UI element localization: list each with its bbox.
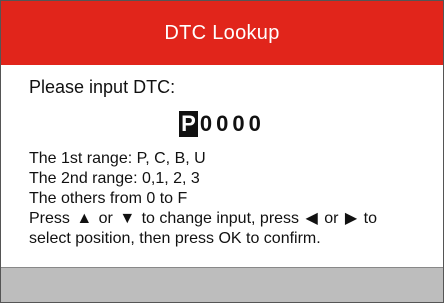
code-remaining-digits[interactable]: 0000 [200, 111, 265, 136]
input-prompt: Please input DTC: [29, 77, 176, 97]
page-title: DTC Lookup [164, 21, 280, 44]
range-others: The others from 0 to F [29, 190, 188, 207]
title-bar: DTC Lookup [1, 1, 443, 65]
left-arrow-icon: ◀ [305, 210, 318, 227]
instructions-line-2: select position, then press OK to confir… [29, 230, 321, 247]
info-text: The 1st range: P, C, B, U The 2nd range:… [29, 149, 377, 249]
instructions-line-1: Press ▲ or ▼ to change input, press ◀ or… [29, 210, 378, 227]
range-first: The 1st range: P, C, B, U [29, 150, 206, 167]
dtc-lookup-screen: DTC Lookup Please input DTC: P 0000 The 1… [0, 0, 444, 303]
down-arrow-icon: ▼ [119, 210, 136, 227]
footer-bar [1, 267, 443, 302]
selected-code-character[interactable]: P [179, 111, 198, 137]
up-arrow-icon: ▲ [76, 210, 93, 227]
range-second: The 2nd range: 0,1, 2, 3 [29, 170, 200, 187]
right-arrow-icon: ▶ [344, 210, 358, 227]
dtc-code-input[interactable]: P 0000 [1, 111, 443, 137]
